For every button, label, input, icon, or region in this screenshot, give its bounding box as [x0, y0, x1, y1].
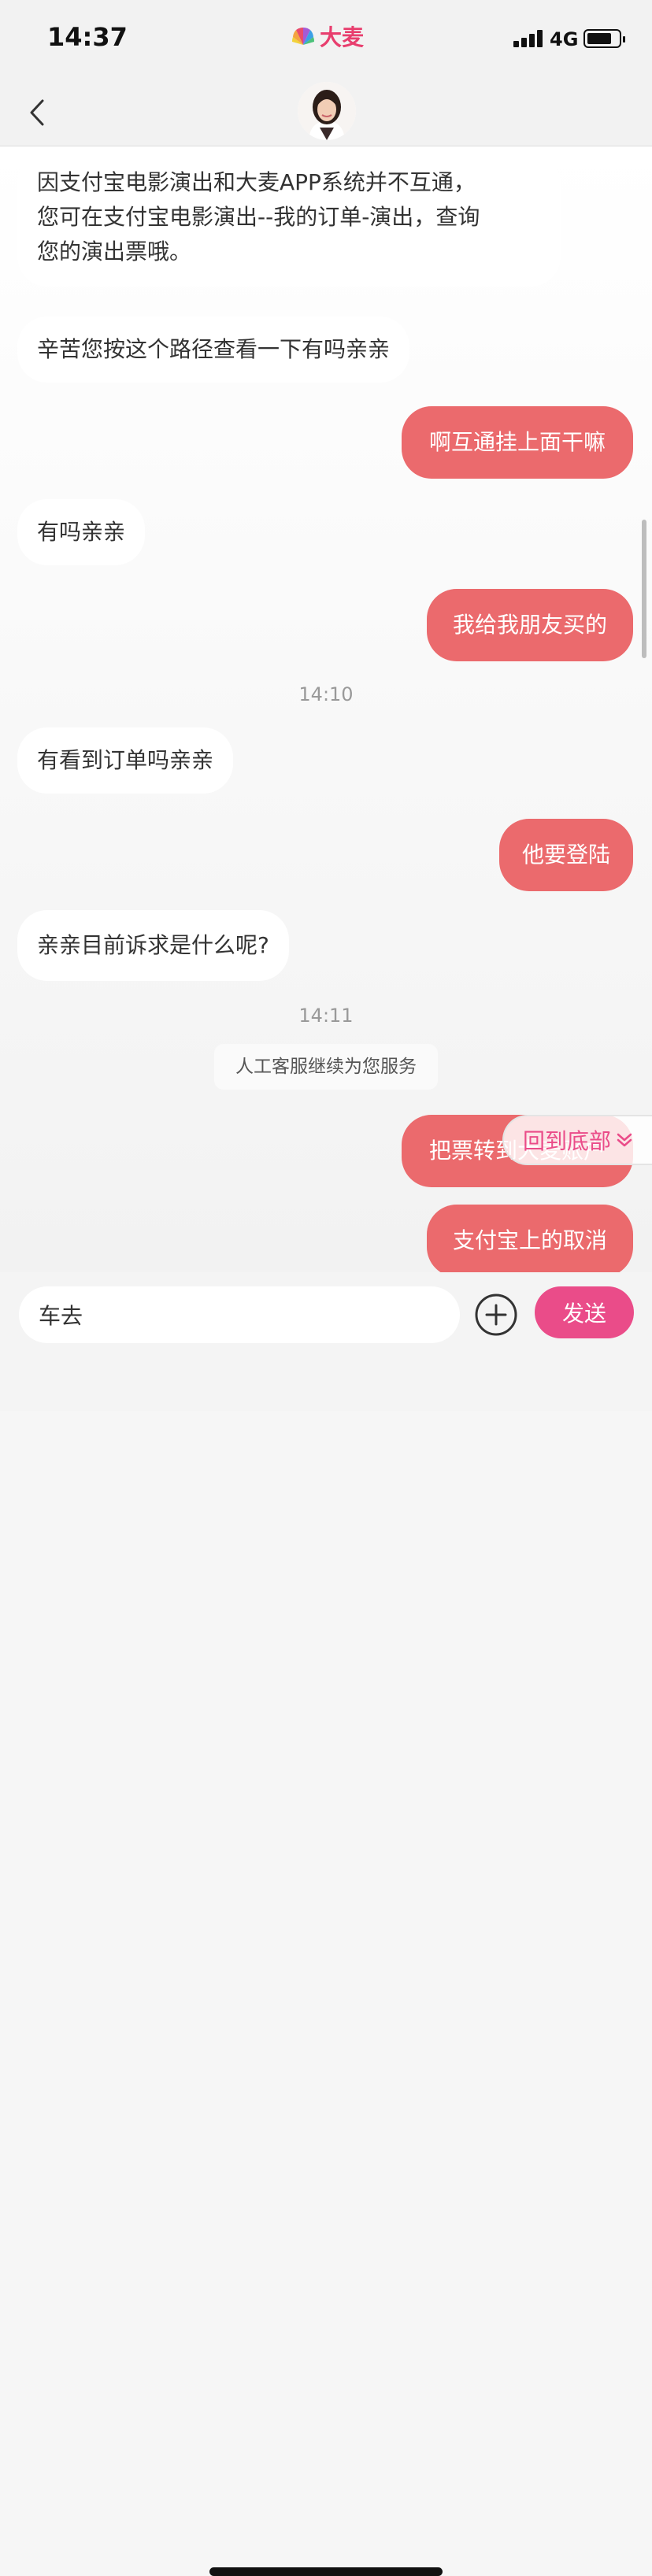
home-indicator[interactable]	[209, 2567, 443, 2576]
agent-message: 有看到订单吗亲亲	[17, 727, 234, 794]
brand-flower-icon	[291, 27, 315, 45]
double-chevron-down-icon	[617, 1133, 632, 1147]
brand-logo: 大麦	[290, 20, 364, 52]
input-bar: 发送	[0, 1272, 652, 2576]
nav-bar	[0, 79, 652, 146]
back-to-bottom-label: 回到底部	[523, 1128, 612, 1154]
user-message: 我给我朋友买的	[427, 589, 633, 661]
agent-message: 辛苦您按这个路径查看一下有吗亲亲	[17, 316, 410, 383]
chat-area[interactable]: 因支付宝电影演出和大麦APP系统并不互通， 您可在支付宝电影演出--我的订单-演…	[0, 146, 652, 1272]
signal-icon	[513, 30, 545, 47]
back-button[interactable]	[22, 93, 54, 132]
status-time: 14:37	[47, 22, 128, 52]
agent-message: 亲亲目前诉求是什么呢?	[17, 910, 289, 981]
user-message: 支付宝上的取消	[427, 1205, 633, 1272]
network-label: 4G	[550, 28, 579, 50]
back-to-bottom-button[interactable]: 回到底部	[502, 1115, 652, 1165]
battery-icon	[583, 29, 625, 48]
scrollbar[interactable]	[642, 520, 646, 658]
agent-message: 有吗亲亲	[17, 499, 146, 565]
user-message: 他要登陆	[499, 819, 633, 891]
timestamp: 14:10	[298, 683, 354, 705]
avatar[interactable]	[298, 82, 356, 140]
agent-message: 因支付宝电影演出和大麦APP系统并不互通， 您可在支付宝电影演出--我的订单-演…	[17, 154, 561, 287]
plus-circle-icon	[475, 1294, 517, 1336]
status-bar: 14:37 大麦 4G	[0, 0, 652, 79]
agent-avatar-image	[298, 82, 356, 140]
system-notice: 人工客服继续为您服务	[214, 1044, 438, 1090]
timestamp: 14:11	[298, 1005, 354, 1027]
add-attachment-button[interactable]	[474, 1293, 518, 1337]
send-button[interactable]: 发送	[535, 1286, 634, 1338]
message-input[interactable]	[19, 1286, 460, 1343]
chevron-left-icon	[30, 99, 44, 126]
brand-name: 大麦	[320, 24, 365, 50]
user-message: 啊互通挂上面干嘛	[402, 406, 633, 479]
